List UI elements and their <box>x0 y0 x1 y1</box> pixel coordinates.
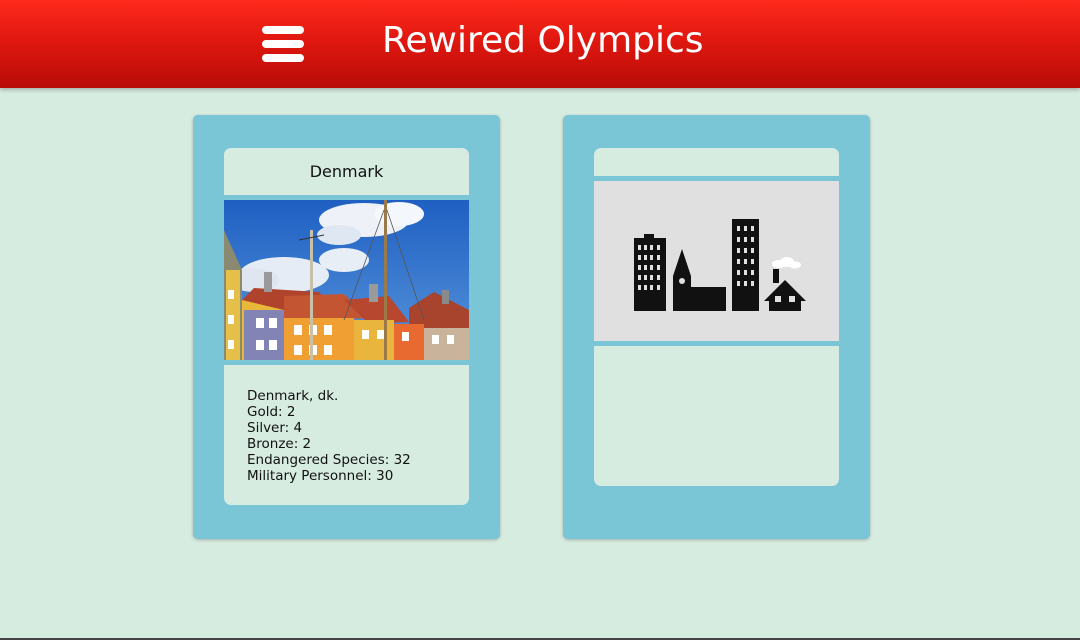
country-photo <box>224 200 469 360</box>
stat-bronze[interactable]: Bronze: 2 <box>247 436 457 452</box>
menu-bar <box>262 26 304 34</box>
stat-gold[interactable]: Gold: 2 <box>247 404 457 420</box>
hamburger-menu-icon[interactable] <box>262 26 304 62</box>
nyhavn-photo <box>224 200 469 360</box>
placeholder-image <box>594 181 839 341</box>
city-skyline-icon <box>634 219 806 311</box>
country-name: Denmark <box>309 162 384 181</box>
app-title: Rewired Olympics <box>382 20 704 61</box>
country-card[interactable]: Denmark Denmark, dk. Gold: 2 Silver: 4 B… <box>193 115 500 539</box>
menu-bar <box>262 54 304 62</box>
stat-silver[interactable]: Silver: 4 <box>247 420 457 436</box>
stat-military-personnel[interactable]: Military Personnel: 30 <box>247 468 457 484</box>
card-panel: Denmark Denmark, dk. Gold: 2 Silver: 4 B… <box>224 148 469 505</box>
menu-bar <box>262 40 304 48</box>
placeholder-title <box>594 148 839 176</box>
app-header: Rewired Olympics <box>0 0 1080 88</box>
stat-country-code: Denmark, dk. <box>247 388 339 404</box>
country-stats: Denmark, dk. Gold: 2 Silver: 4 Bronze: 2… <box>247 388 457 484</box>
stat-endangered-species[interactable]: Endangered Species: 32 <box>247 452 457 468</box>
opponent-card[interactable] <box>563 115 870 539</box>
placeholder-stats <box>594 346 839 486</box>
card-panel <box>594 148 839 486</box>
divider <box>224 360 469 365</box>
